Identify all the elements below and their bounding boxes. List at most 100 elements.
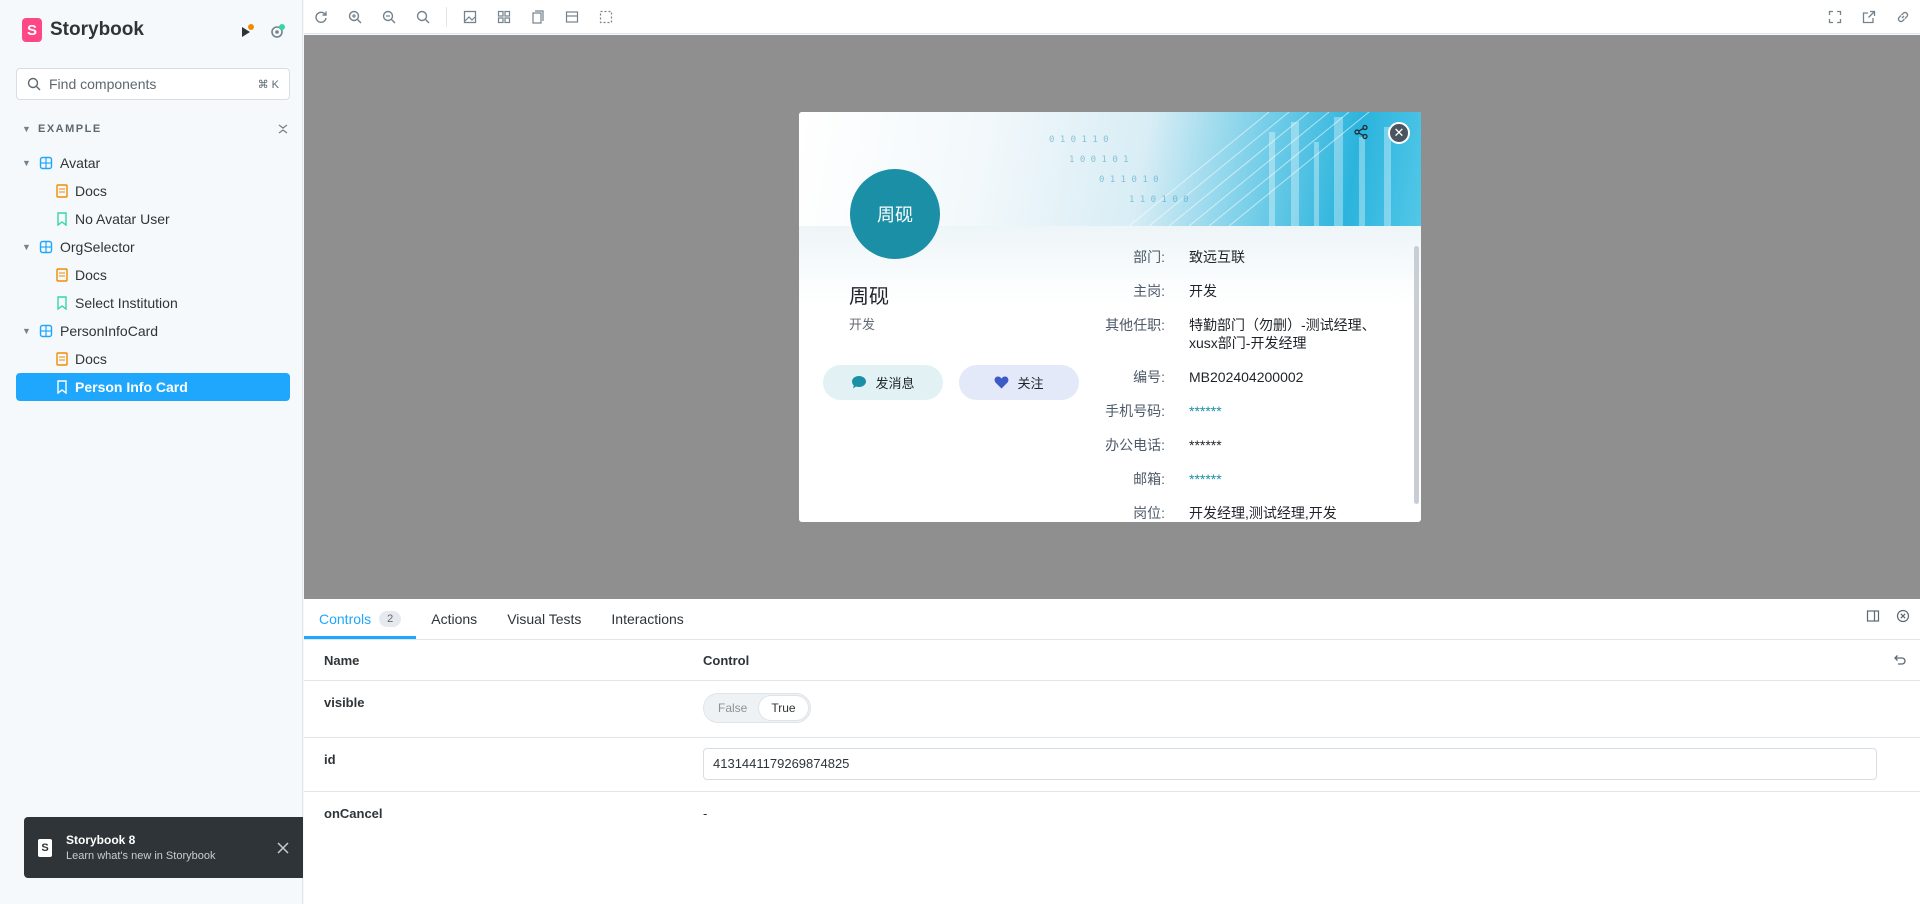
search-icon <box>27 77 41 91</box>
tab-label: Interactions <box>611 611 684 627</box>
tree-item-docs[interactable]: Docs <box>16 177 290 205</box>
svg-text:0 1 1 0 1 0: 0 1 1 0 1 0 <box>1099 175 1159 185</box>
preview-toolbar <box>304 0 1920 34</box>
info-label: 部门: <box>1133 249 1165 265</box>
zoom-reset-icon[interactable] <box>406 2 440 32</box>
info-label: 其他任职: <box>1105 317 1165 333</box>
toggle-false[interactable]: False <box>706 696 759 720</box>
bookmark-icon <box>57 212 67 226</box>
collapse-all-icon[interactable] <box>276 122 290 136</box>
tab-label: Visual Tests <box>507 611 582 627</box>
control-value: - <box>703 806 708 821</box>
send-message-button[interactable]: 发消息 <box>823 365 943 400</box>
panel-layout-icon[interactable] <box>1866 609 1880 623</box>
settings-icon[interactable] <box>267 22 287 42</box>
card-scrollbar[interactable] <box>1414 246 1419 504</box>
notification-toast[interactable]: S Storybook 8 Learn what's new in Storyb… <box>24 817 303 878</box>
brand-name: Storybook <box>50 19 144 40</box>
info-label: 邮箱: <box>1133 471 1165 487</box>
svg-text:1 0 0 1 0 1: 1 0 0 1 0 1 <box>1069 155 1129 165</box>
component-icon <box>39 324 53 338</box>
viewport-icon[interactable] <box>521 2 555 32</box>
tree-item-label: OrgSelector <box>60 239 135 255</box>
bookmark-icon <box>57 296 67 310</box>
info-value-masked[interactable]: ****** <box>1189 402 1401 420</box>
tab-visual-tests[interactable]: Visual Tests <box>492 599 596 639</box>
close-button[interactable]: ✕ <box>1388 122 1410 144</box>
follow-label: 关注 <box>1017 376 1044 391</box>
component-icon <box>39 156 53 170</box>
info-row-email: 邮箱: ****** <box>1099 470 1401 488</box>
control-cell: 4131441179269874825 <box>703 738 1920 791</box>
reset-icon[interactable] <box>1892 653 1906 667</box>
tree-item-story-active[interactable]: Person Info Card <box>16 373 290 401</box>
tab-interactions[interactable]: Interactions <box>596 599 698 639</box>
grid-icon[interactable] <box>487 2 521 32</box>
boolean-toggle[interactable]: False True <box>703 693 811 723</box>
control-name: id <box>324 752 336 767</box>
tree-item-label: Avatar <box>60 155 101 171</box>
control-name: visible <box>324 695 365 710</box>
chevron-down-icon: ▼ <box>22 124 33 134</box>
tree-item-docs[interactable]: Docs <box>16 345 290 373</box>
tree-item-label: Docs <box>75 183 107 199</box>
info-label: 主岗: <box>1133 283 1165 299</box>
tree-item-story[interactable]: Select Institution <box>16 289 290 317</box>
link-icon[interactable] <box>1886 2 1920 32</box>
id-text-input[interactable]: 4131441179269874825 <box>703 748 1877 780</box>
toast-subtitle: Learn what's new in Storybook <box>66 850 216 862</box>
zoom-out-icon[interactable] <box>372 2 406 32</box>
info-row-office-phone: 办公电话: ****** <box>1099 436 1401 454</box>
document-icon <box>56 184 68 198</box>
zoom-in-icon[interactable] <box>338 2 372 32</box>
reload-icon[interactable] <box>304 2 338 32</box>
info-label: 编号: <box>1133 369 1165 385</box>
background-icon[interactable] <box>453 2 487 32</box>
chevron-down-icon: ▼ <box>22 158 31 168</box>
info-value: 开发 <box>1189 283 1217 299</box>
info-label: 手机号码: <box>1105 403 1165 419</box>
outline-icon[interactable] <box>589 2 623 32</box>
sidebar: S Storybook Find components ⌘ K ▼ EXAMPL… <box>0 0 303 904</box>
tree-item-orgselector[interactable]: ▼ OrgSelector <box>16 233 290 261</box>
addons-tabs: Controls 2 Actions Visual Tests Interact… <box>304 599 1920 640</box>
svg-text:1 1 0 1 0 0: 1 1 0 1 0 0 <box>1129 195 1189 205</box>
tab-controls[interactable]: Controls 2 <box>304 599 416 639</box>
person-role: 开发 <box>849 317 876 332</box>
control-name: onCancel <box>324 806 383 821</box>
section-header[interactable]: ▼ EXAMPLE <box>22 122 290 136</box>
storybook-logo-icon: S <box>22 18 42 42</box>
tree-item-avatar[interactable]: ▼ Avatar <box>16 149 290 177</box>
toast-title: Storybook 8 <box>66 833 136 847</box>
info-row-department: 部门: 致远互联 <box>1099 248 1401 266</box>
tab-count-badge: 2 <box>379 611 402 627</box>
tab-label: Actions <box>431 611 478 627</box>
play-icon[interactable] <box>236 22 256 42</box>
open-new-tab-icon[interactable] <box>1852 2 1886 32</box>
info-value-masked[interactable]: ****** <box>1189 470 1401 488</box>
info-value: ****** <box>1189 437 1222 453</box>
component-tree: ▼ Avatar Docs No Avatar User ▼ OrgSelect… <box>16 149 290 401</box>
control-cell: False True <box>703 681 1920 737</box>
info-row-other-posts: 其他任职: 特勤部门（勿删）-测试经理、xusx部门-开发经理 <box>1099 316 1401 352</box>
search-input[interactable]: Find components ⌘ K <box>16 68 290 100</box>
tab-actions[interactable]: Actions <box>416 599 492 639</box>
toolbar-divider <box>446 6 447 27</box>
follow-button[interactable]: 关注 <box>959 365 1079 400</box>
search-shortcut: ⌘ K <box>257 78 279 91</box>
tree-item-personinfocard[interactable]: ▼ PersonInfoCard <box>16 317 290 345</box>
info-row-number: 编号: MB202404200002 <box>1099 368 1401 386</box>
storybook-brand[interactable]: S Storybook <box>22 18 144 42</box>
tree-item-docs[interactable]: Docs <box>16 261 290 289</box>
close-icon[interactable] <box>277 841 289 854</box>
toggle-true[interactable]: True <box>759 696 808 720</box>
share-icon[interactable] <box>1353 124 1369 140</box>
tree-item-story[interactable]: No Avatar User <box>16 205 290 233</box>
close-panel-icon[interactable] <box>1896 609 1910 623</box>
measure-icon[interactable] <box>555 2 589 32</box>
info-value: MB202404200002 <box>1189 369 1304 385</box>
tree-item-label: Docs <box>75 351 107 367</box>
person-info-card: 0 1 0 1 1 0 1 0 0 1 0 1 0 1 1 0 1 0 1 1 0 … <box>799 112 1421 522</box>
toast-text: Storybook 8 Learn what's new in Storyboo… <box>66 833 263 862</box>
fullscreen-icon[interactable] <box>1818 2 1852 32</box>
